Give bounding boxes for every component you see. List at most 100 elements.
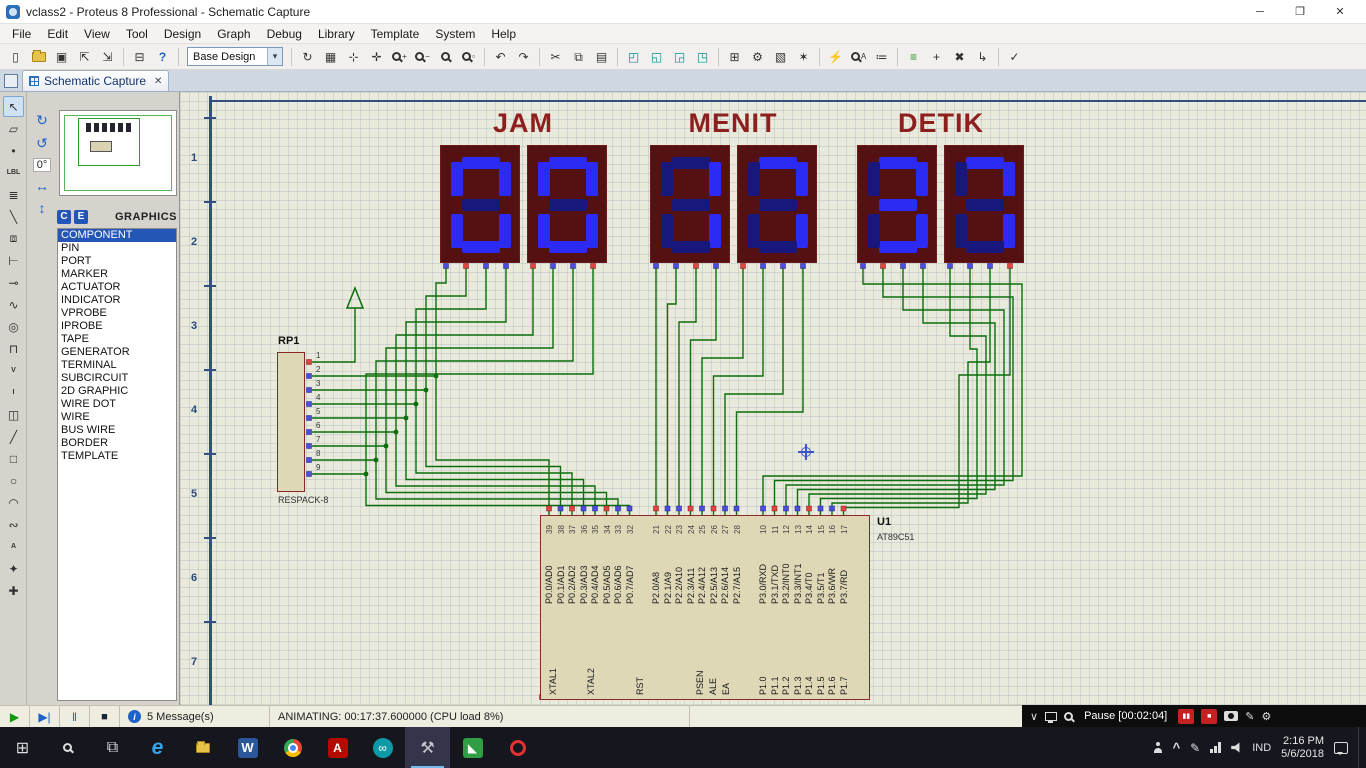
stop-button[interactable]: ■	[90, 706, 120, 727]
voltage-probe-mode-button[interactable]: V	[3, 360, 24, 381]
tab-close-icon[interactable]: ✕	[154, 76, 162, 87]
action-center-icon[interactable]	[1334, 741, 1348, 755]
object-list-item-indicator[interactable]: INDICATOR	[58, 294, 176, 307]
remove-sheet-button[interactable]: ✖	[949, 46, 970, 67]
object-list-item-terminal[interactable]: TERMINAL	[58, 359, 176, 372]
junction-dot-mode-button[interactable]: •	[3, 140, 24, 161]
packaging-tool-button[interactable]: ▧	[770, 46, 791, 67]
decompose-button[interactable]: ✶	[793, 46, 814, 67]
property-assignment-button[interactable]: ≔	[871, 46, 892, 67]
zoom-area-button[interactable]: ▫	[458, 46, 479, 67]
current-probe-mode-button[interactable]: I	[3, 382, 24, 403]
u1-value-label[interactable]: AT89C51	[877, 532, 914, 542]
close-button[interactable]: ✕	[1320, 0, 1360, 23]
symbol-mode-button[interactable]: ✦	[3, 558, 24, 579]
object-list-item-port[interactable]: PORT	[58, 255, 176, 268]
minimap-viewport[interactable]	[78, 118, 140, 166]
menu-library[interactable]: Library	[310, 25, 363, 43]
design-selector-dropdown[interactable]: Base Design ▾	[187, 47, 283, 66]
object-list-item-border[interactable]: BORDER	[58, 437, 176, 450]
block-delete-button[interactable]: ◳	[692, 46, 713, 67]
buses-mode-button[interactable]: ╲	[3, 206, 24, 227]
marker-mode-button[interactable]: ✚	[3, 580, 24, 601]
object-list-item-iprobe[interactable]: IPROBE	[58, 320, 176, 333]
pause-button[interactable]: ‖	[60, 706, 90, 727]
recorder-zoom-icon[interactable]	[1064, 711, 1074, 721]
menu-edit[interactable]: Edit	[39, 25, 76, 43]
menu-view[interactable]: View	[76, 25, 118, 43]
mirror-vertical-icon[interactable]: ↕	[39, 200, 46, 216]
mirror-horizontal-icon[interactable]: ↔	[35, 178, 49, 194]
u1-ref-label[interactable]: U1	[877, 516, 891, 528]
rotate-clockwise-icon[interactable]: ↻	[36, 112, 48, 129]
toggle-grid-button[interactable]: ▦	[320, 46, 341, 67]
play-button[interactable]: ▶	[0, 706, 30, 727]
taskbar-app-acrobat[interactable]: A	[315, 727, 360, 768]
recorder-pencil-icon[interactable]: ✎	[1245, 710, 1254, 723]
recorder-stop-button[interactable]: ■	[1201, 708, 1218, 724]
seven-segment-display-2[interactable]	[527, 145, 607, 263]
taskbar-app-proteus[interactable]: ⚒	[405, 727, 450, 768]
wire-label-mode-button[interactable]: LBL	[3, 162, 24, 183]
wire-autorouter-button[interactable]: ⚡	[825, 46, 846, 67]
line-mode-button[interactable]: ╱	[3, 426, 24, 447]
text-script-mode-button[interactable]: ≣	[3, 184, 24, 205]
selector-c-button[interactable]: C	[57, 209, 71, 224]
seven-segment-display-3[interactable]	[650, 145, 730, 263]
recorder-settings-icon[interactable]: ⚙	[1261, 710, 1271, 723]
new-design-button[interactable]: ▯	[5, 46, 26, 67]
language-indicator[interactable]: IND	[1252, 742, 1271, 754]
taskbar-clock[interactable]: 2:16 PM 5/6/2018	[1281, 735, 1324, 761]
taskbar-app-teal[interactable]: ∞	[360, 727, 405, 768]
menu-help[interactable]: Help	[483, 25, 524, 43]
tape-recorder-mode-button[interactable]: ◎	[3, 316, 24, 337]
selection-mode-button[interactable]: ↖	[3, 96, 24, 117]
show-desktop-button[interactable]	[1358, 727, 1362, 768]
virtual-instruments-mode-button[interactable]: ◫	[3, 404, 24, 425]
block-copy-button[interactable]: ◰	[623, 46, 644, 67]
volume-icon[interactable]	[1231, 742, 1242, 753]
zoom-to-child-button[interactable]: ↳	[972, 46, 993, 67]
zoom-out-button[interactable]: −	[412, 46, 433, 67]
object-list-item-marker[interactable]: MARKER	[58, 268, 176, 281]
taskbar-app-word[interactable]: W	[225, 727, 270, 768]
taskbar-app-green[interactable]: ◣	[450, 727, 495, 768]
seven-segment-display-4[interactable]	[737, 145, 817, 263]
component-mode-button[interactable]: ▱	[3, 118, 24, 139]
save-design-button[interactable]: ▣	[51, 46, 72, 67]
menu-debug[interactable]: Debug	[259, 25, 310, 43]
undo-button[interactable]: ↶	[490, 46, 511, 67]
rotate-anticlockwise-icon[interactable]: ↺	[36, 135, 48, 152]
network-icon[interactable]	[1210, 742, 1222, 753]
seven-segment-display-5[interactable]	[857, 145, 937, 263]
help-button[interactable]: ?	[152, 46, 173, 67]
selector-e-button[interactable]: E	[74, 209, 88, 224]
make-device-button[interactable]: ⚙	[747, 46, 768, 67]
export-section-button[interactable]: ⇲	[97, 46, 118, 67]
open-design-button[interactable]	[28, 46, 49, 67]
block-move-button[interactable]: ◱	[646, 46, 667, 67]
redraw-display-button[interactable]: ↻	[297, 46, 318, 67]
pen-icon[interactable]: ✎	[1190, 741, 1200, 755]
rp1-value-label[interactable]: RESPACK-8	[278, 495, 328, 505]
object-list-item-pin[interactable]: PIN	[58, 242, 176, 255]
maximize-button[interactable]: ❐	[1280, 0, 1320, 23]
redo-button[interactable]: ↷	[513, 46, 534, 67]
schematic-canvas[interactable]: RP1 RESPACK-8 U1 AT89C51 1 2 3 4 5 6 7 JAM MENIT…	[180, 92, 1366, 705]
object-list-item-vprobe[interactable]: VPROBE	[58, 307, 176, 320]
tab-schematic-capture[interactable]: Schematic Capture ✕	[22, 70, 170, 91]
rp1-ref-label[interactable]: RP1	[278, 335, 299, 347]
object-list-item-bus-wire[interactable]: BUS WIRE	[58, 424, 176, 437]
object-list-item-template[interactable]: TEMPLATE	[58, 450, 176, 463]
zoom-in-button[interactable]: +	[389, 46, 410, 67]
electrical-rules-check-button[interactable]: ✓	[1004, 46, 1025, 67]
overview-minimap[interactable]	[59, 110, 177, 196]
box-mode-button[interactable]: □	[3, 448, 24, 469]
object-list-item-tape[interactable]: TAPE	[58, 333, 176, 346]
object-list-item-subcircuit[interactable]: SUBCIRCUIT	[58, 372, 176, 385]
start-button[interactable]: ⊞	[0, 727, 45, 768]
print-design-button[interactable]: ⊟	[129, 46, 150, 67]
zoom-all-button[interactable]	[435, 46, 456, 67]
menu-design[interactable]: Design	[156, 25, 209, 43]
menu-template[interactable]: Template	[363, 25, 428, 43]
